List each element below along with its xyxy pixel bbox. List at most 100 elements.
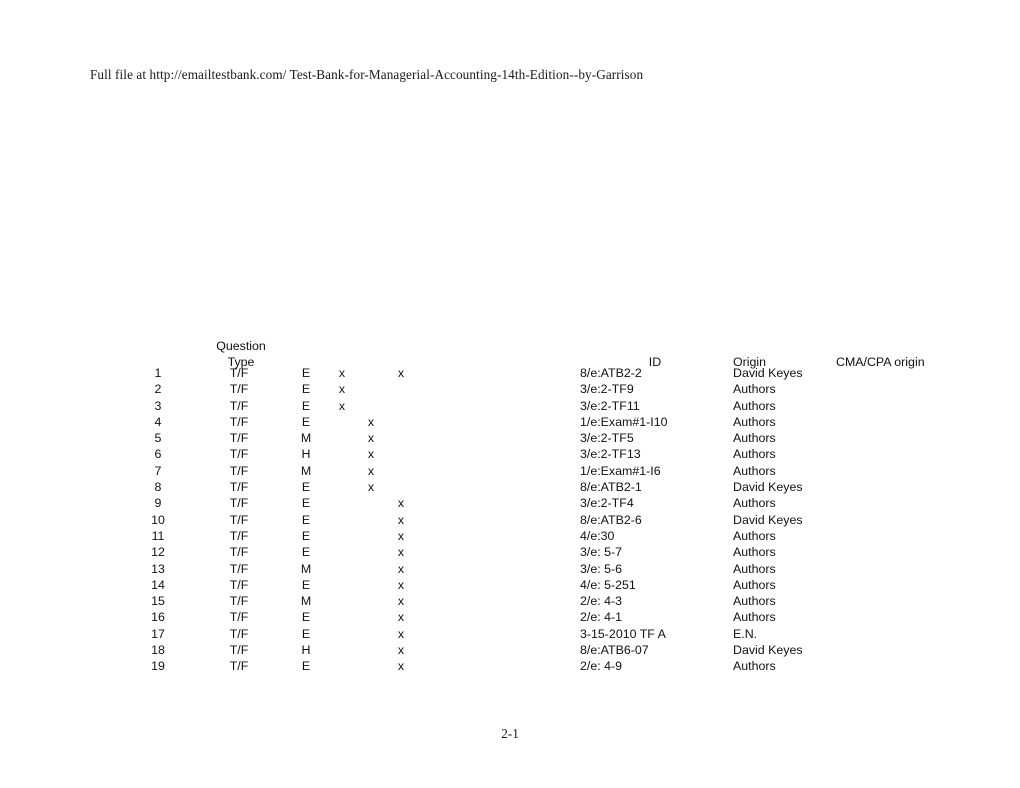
column-header-question-type-line1: Question xyxy=(216,339,266,353)
row-question-number: 11 xyxy=(151,528,165,543)
row-id: 3/e: 5-6 xyxy=(580,561,623,576)
row-id: 2/e: 4-9 xyxy=(580,659,623,674)
row-difficulty: M xyxy=(300,594,312,609)
row-id: 8/e:ATB2-6 xyxy=(580,512,642,527)
row-question-type: T/F xyxy=(229,626,249,641)
table-row: 1 T/F Ex x 8/e:ATB2-2 David Keyes xyxy=(0,365,1020,381)
row-question-type: T/F xyxy=(229,545,249,560)
table-row: 4 T/F Ex 1/e:Exam#1-I10 Authors xyxy=(0,414,1020,430)
row-question-number: 13 xyxy=(151,561,165,576)
row-difficulty: E xyxy=(301,414,311,429)
row-question-number: 6 xyxy=(154,447,162,462)
row-origin: Authors xyxy=(733,496,776,511)
row-lo3-mark: x xyxy=(397,512,405,527)
row-question-type: T/F xyxy=(229,431,249,446)
row-difficulty: E xyxy=(301,626,311,641)
row-question-type: T/F xyxy=(229,496,249,511)
row-question-number: 5 xyxy=(154,431,162,446)
question-table: 1 T/F Ex x 8/e:ATB2-2 David Keyes 2 T/F Ex 3/e:2-… xyxy=(0,365,1020,675)
row-question-number: 15 xyxy=(151,594,165,609)
row-question-type: T/F xyxy=(229,577,249,592)
row-lo1-mark: x xyxy=(338,382,346,397)
page-number: 2-1 xyxy=(501,726,519,741)
row-question-number: 1 xyxy=(154,366,162,380)
row-origin: Authors xyxy=(733,398,776,413)
row-id: 3/e:2-TF9 xyxy=(580,382,634,397)
row-question-type: T/F xyxy=(229,382,249,397)
row-origin: Authors xyxy=(733,447,776,462)
row-question-type: T/F xyxy=(229,480,249,495)
row-lo3-mark: x xyxy=(397,594,405,609)
row-question-type: T/F xyxy=(229,512,249,527)
row-question-number: 18 xyxy=(151,643,165,658)
table-row: 3 T/F Ex 3/e:2-TF11 Authors xyxy=(0,398,1020,414)
row-difficulty: M xyxy=(300,431,312,446)
row-question-number: 4 xyxy=(154,414,162,429)
row-question-type: T/F xyxy=(229,659,249,674)
row-lo2-mark: x xyxy=(367,414,375,429)
row-difficulty: E xyxy=(301,382,311,397)
row-question-number: 14 xyxy=(151,577,165,592)
row-id: 3/e:2-TF11 xyxy=(580,398,640,413)
table-row: 2 T/F Ex 3/e:2-TF9 Authors xyxy=(0,381,1020,397)
row-difficulty: M xyxy=(300,561,312,576)
table-row: 12 T/F Ex 3/e: 5-7 Authors xyxy=(0,544,1020,560)
row-lo2-mark: x xyxy=(367,447,375,462)
row-id: 4/e: 5-251 xyxy=(580,577,636,592)
row-question-type: T/F xyxy=(229,528,249,543)
row-origin: Authors xyxy=(733,382,776,397)
row-difficulty: E xyxy=(301,480,311,495)
row-difficulty: E xyxy=(301,512,311,527)
row-id: 3/e:2-TF5 xyxy=(580,431,634,446)
row-lo2-mark: x xyxy=(367,463,375,478)
row-difficulty: H xyxy=(301,447,311,462)
row-difficulty: E xyxy=(301,610,311,625)
row-origin: Authors xyxy=(733,659,776,674)
row-difficulty: E xyxy=(301,528,311,543)
row-difficulty: E xyxy=(301,366,311,380)
row-id: 8/e:ATB2-2 xyxy=(580,366,642,380)
table-row: 18 T/F Hx 8/e:ATB6-07 David Keyes xyxy=(0,642,1020,658)
row-id: 2/e: 4-1 xyxy=(580,610,623,625)
row-difficulty: E xyxy=(301,659,311,674)
row-origin: Authors xyxy=(733,561,776,576)
row-lo3-mark: x xyxy=(397,545,405,560)
table-row: 7 T/F Mx 1/e:Exam#1-I6 Authors xyxy=(0,463,1020,479)
table-row: 15 T/F Mx 2/e: 4-3 Authors xyxy=(0,593,1020,609)
row-question-number: 16 xyxy=(151,610,165,625)
row-lo3-mark: x xyxy=(397,366,405,380)
row-origin: Authors xyxy=(733,594,776,609)
table-row: 6 T/F Hx 3/e:2-TF13 Authors xyxy=(0,446,1020,462)
row-question-type: T/F xyxy=(229,463,249,478)
table-row: 11 T/F Ex 4/e:30 Authors xyxy=(0,528,1020,544)
row-id: 1/e:Exam#1-I10 xyxy=(580,414,668,429)
table-row: 14 T/F Ex 4/e: 5-251 Authors xyxy=(0,577,1020,593)
table-row: 10 T/F Ex 8/e:ATB2-6 David Keyes xyxy=(0,512,1020,528)
row-difficulty: E xyxy=(301,496,311,511)
row-question-type: T/F xyxy=(229,643,249,658)
row-question-number: 3 xyxy=(154,398,162,413)
row-origin: Authors xyxy=(733,610,776,625)
row-origin: Authors xyxy=(733,577,776,592)
row-origin: Authors xyxy=(733,528,776,543)
table-row: 9 T/F Ex 3/e:2-TF4 Authors xyxy=(0,495,1020,511)
row-lo3-mark: x xyxy=(397,610,405,625)
row-id: 3-15-2010 TF A xyxy=(580,626,666,641)
row-origin: David Keyes xyxy=(733,480,803,495)
row-lo2-mark: x xyxy=(367,431,375,446)
row-question-type: T/F xyxy=(229,447,249,462)
row-origin: E.N. xyxy=(733,626,758,641)
table-row: 5 T/F Mx 3/e:2-TF5 Authors xyxy=(0,430,1020,446)
table-row: 8 T/F Ex 8/e:ATB2-1 David Keyes xyxy=(0,479,1020,495)
row-origin: Authors xyxy=(733,463,776,478)
row-question-number: 19 xyxy=(151,659,165,674)
row-lo1-mark: x xyxy=(338,398,346,413)
row-question-number: 9 xyxy=(154,496,162,511)
row-id: 3/e:2-TF4 xyxy=(580,496,634,511)
row-question-number: 2 xyxy=(154,382,162,397)
row-question-type: T/F xyxy=(229,594,249,609)
row-lo2-mark: x xyxy=(367,480,375,495)
row-lo3-mark: x xyxy=(397,496,405,511)
row-difficulty: E xyxy=(301,545,311,560)
row-origin: Authors xyxy=(733,545,776,560)
